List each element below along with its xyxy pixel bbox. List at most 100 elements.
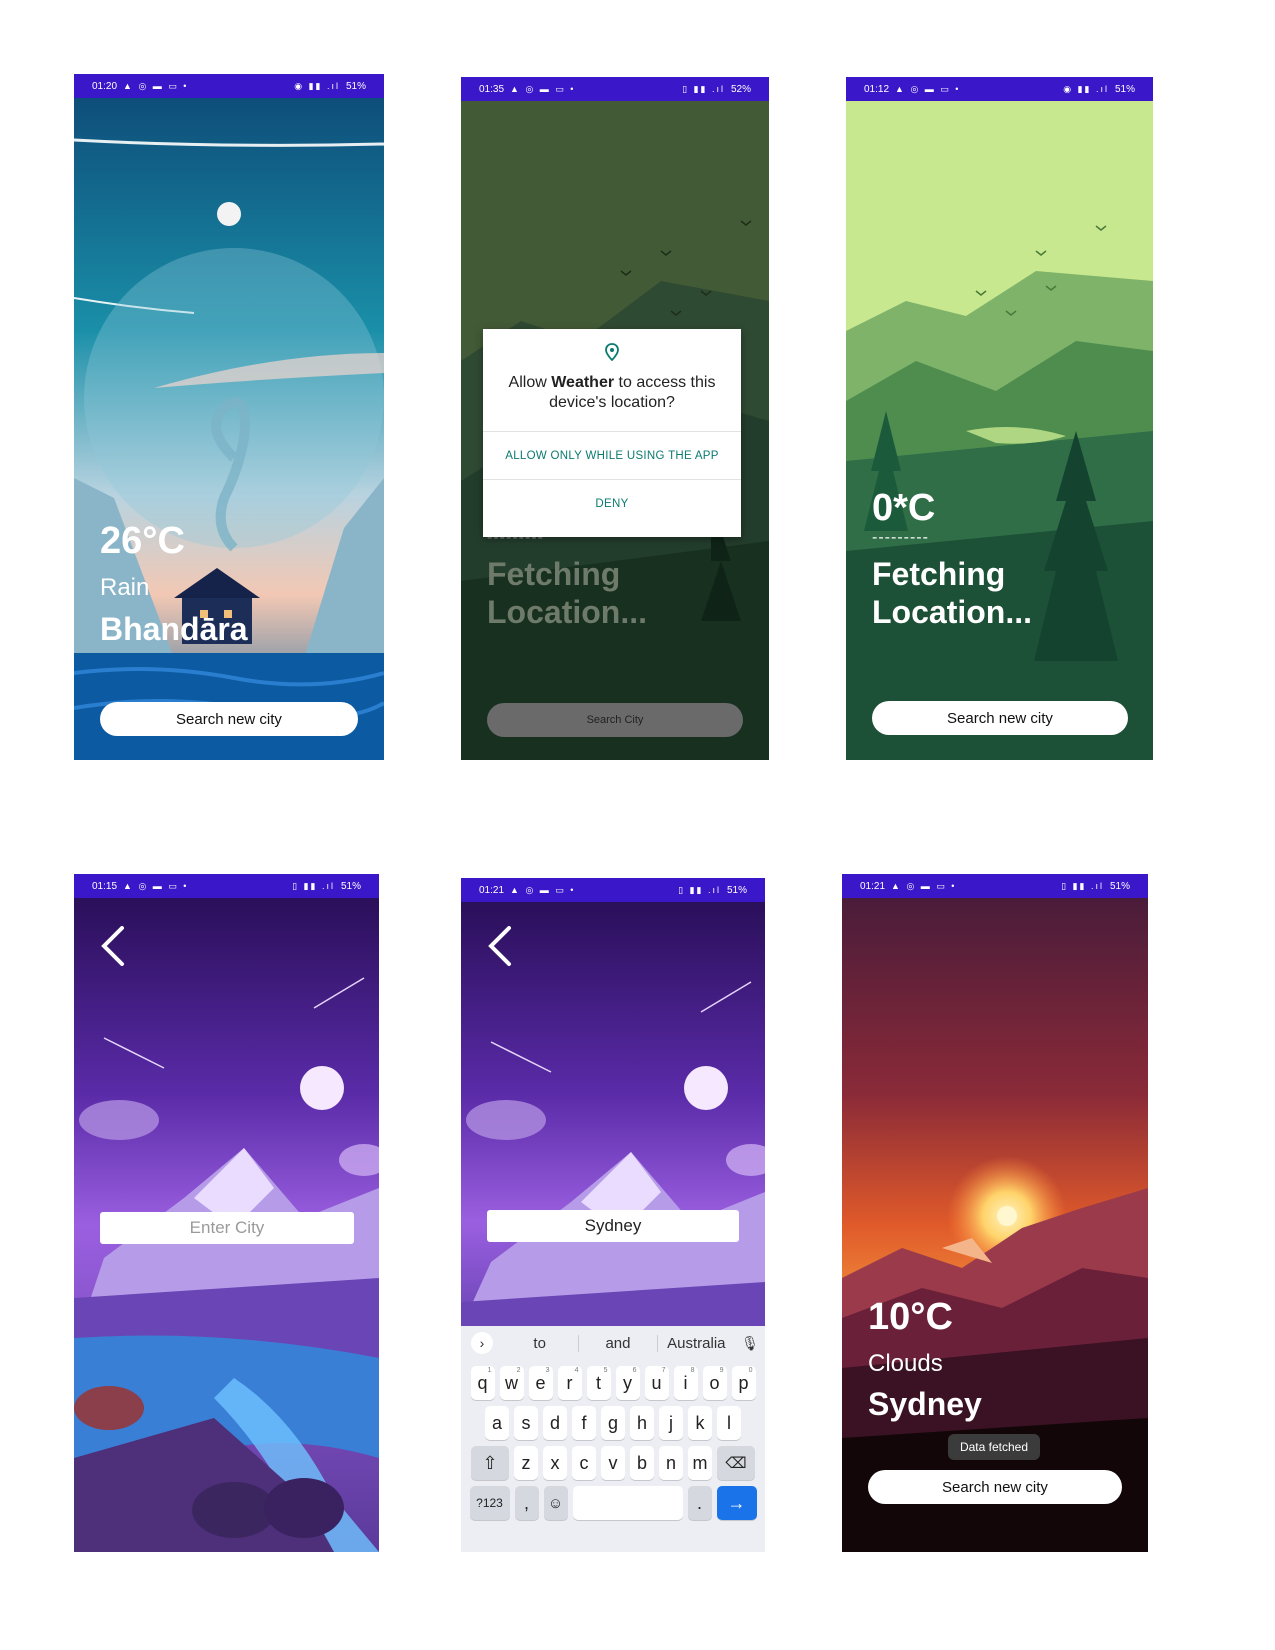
symbols-key[interactable]: ?123 <box>469 1486 510 1520</box>
background-illustration <box>846 101 1153 760</box>
space-key[interactable] <box>572 1486 683 1520</box>
fetching-location-text: Fetching Location... <box>487 555 647 631</box>
fetching-line-2: Location... <box>487 594 647 630</box>
key-number-hint: 2 <box>516 1367 521 1374</box>
letter-key[interactable]: p0 <box>731 1366 756 1400</box>
status-battery: 51% <box>340 880 361 892</box>
letter-key[interactable]: l <box>717 1406 741 1440</box>
location-permission-dialog: Allow Weather to access this device's lo… <box>483 329 741 537</box>
key-letter: p <box>738 1372 749 1393</box>
status-battery: 51% <box>1109 880 1130 892</box>
status-time: 01:12 <box>864 83 890 95</box>
key-number-hint: 9 <box>719 1367 724 1374</box>
allow-while-using-button[interactable]: ALLOW ONLY WHILE USING THE APP <box>483 431 741 479</box>
letter-key[interactable]: q1 <box>470 1366 495 1400</box>
letter-key[interactable]: c <box>572 1446 596 1480</box>
letter-key[interactable]: f <box>572 1406 596 1440</box>
keyboard-row-4: ?123 , ☺ . → <box>461 1486 765 1520</box>
suggestion-bar: › to and Australia 🎙 <box>461 1326 765 1360</box>
city-input[interactable] <box>100 1217 354 1239</box>
city-input-field[interactable] <box>100 1212 354 1244</box>
letter-key[interactable]: a <box>485 1406 509 1440</box>
status-battery: 52% <box>730 83 751 95</box>
notification-icons: ▲ ◎ ▬ ▭ • <box>895 83 961 94</box>
suggestion-item[interactable]: Australia <box>658 1335 735 1352</box>
search-city-button[interactable]: Search City <box>487 703 743 737</box>
signal-icons: ▯ ▮▮ .ıl <box>682 83 725 94</box>
key-number-hint: 5 <box>603 1367 608 1374</box>
fetching-line-2: Location... <box>872 594 1032 630</box>
comma-key[interactable]: , <box>514 1486 539 1520</box>
notification-icons: ▲ ◎ ▬ ▭ • <box>123 80 189 91</box>
letter-key[interactable]: k <box>688 1406 712 1440</box>
letter-key[interactable]: e3 <box>528 1366 553 1400</box>
screen-result-sydney: 01:21 ▲ ◎ ▬ ▭ • ▯ ▮▮ .ıl 51% 10°C Clouds… <box>842 874 1148 1552</box>
letter-key[interactable]: j <box>659 1406 683 1440</box>
backspace-key[interactable]: ⌫ <box>717 1446 755 1480</box>
dialog-app-name: Weather <box>551 374 615 391</box>
background-illustration <box>74 98 384 760</box>
expand-chevron-icon[interactable]: › <box>471 1332 493 1354</box>
key-letter: i <box>683 1372 688 1393</box>
letter-key[interactable]: u7 <box>644 1366 669 1400</box>
data-fetched-toast: Data fetched <box>948 1434 1040 1460</box>
letter-key[interactable]: n <box>659 1446 683 1480</box>
screen-fetching: 01:12 ▲ ◎ ▬ ▭ • ◉ ▮▮ .ıl 51% 0*C ---------… <box>846 77 1153 760</box>
key-number-hint: 1 <box>487 1367 492 1374</box>
city-input-field[interactable] <box>487 1210 739 1242</box>
letter-key[interactable]: g <box>601 1406 625 1440</box>
deny-button[interactable]: DENY <box>483 479 741 527</box>
letter-key[interactable]: w2 <box>499 1366 524 1400</box>
emoji-icon[interactable]: ☺ <box>543 1486 568 1520</box>
keyboard-row-2: asdfghjkl <box>461 1406 765 1440</box>
temperature-label: 0*C <box>872 487 936 529</box>
enter-arrow-icon[interactable]: → <box>716 1486 757 1520</box>
letter-key[interactable]: o9 <box>702 1366 727 1400</box>
status-bar: 01:21 ▲ ◎ ▬ ▭ • ▯ ▮▮ .ıl 51% <box>461 878 765 902</box>
letter-key[interactable]: d <box>543 1406 567 1440</box>
city-name: Sydney <box>868 1386 982 1422</box>
letter-key[interactable]: b <box>630 1446 654 1480</box>
temperature-placeholder-dashes: --------- <box>872 529 929 546</box>
screen-rain: 01:20 ▲ ◎ ▬ ▭ • ◉ ▮▮ .ıl 51% 26°C Rain B… <box>74 74 384 760</box>
signal-icons: ◉ ▮▮ .ıl <box>1063 83 1109 94</box>
key-number-hint: 3 <box>545 1367 550 1374</box>
signal-icons: ▯ ▮▮ .ıl <box>1061 880 1104 891</box>
search-new-city-button[interactable]: Search new city <box>868 1470 1122 1504</box>
letter-key[interactable]: m <box>688 1446 712 1480</box>
letter-key[interactable]: i8 <box>673 1366 698 1400</box>
city-name: Bhandāra <box>100 611 248 647</box>
letter-key[interactable]: v <box>601 1446 625 1480</box>
back-arrow-icon[interactable] <box>100 926 126 966</box>
letter-key[interactable]: y6 <box>615 1366 640 1400</box>
dialog-title: Allow Weather to access this device's lo… <box>483 373 741 431</box>
search-new-city-button[interactable]: Search new city <box>100 702 358 736</box>
search-new-city-button[interactable]: Search new city <box>872 701 1128 735</box>
suggestion-item[interactable]: and <box>579 1334 658 1352</box>
back-arrow-icon[interactable] <box>487 926 513 966</box>
temperature-label: 26°C <box>100 520 185 562</box>
status-bar: 01:35 ▲ ◎ ▬ ▭ • ▯ ▮▮ .ıl 52% <box>461 77 769 101</box>
letter-key[interactable]: s <box>514 1406 538 1440</box>
letter-key[interactable]: z <box>514 1446 538 1480</box>
key-letter: u <box>651 1372 662 1393</box>
keyboard-row-3: ⇧ zxcvbnm ⌫ <box>461 1446 765 1480</box>
status-time: 01:21 <box>479 884 505 896</box>
shift-key[interactable]: ⇧ <box>471 1446 509 1480</box>
screen-enter-city: 01:15 ▲ ◎ ▬ ▭ • ▯ ▮▮ .ıl 51% <box>74 874 379 1552</box>
notification-icons: ▲ ◎ ▬ ▭ • <box>891 880 957 891</box>
notification-icons: ▲ ◎ ▬ ▭ • <box>123 880 189 891</box>
suggestion-item[interactable]: to <box>501 1334 580 1352</box>
letter-key[interactable]: r4 <box>557 1366 582 1400</box>
city-input[interactable] <box>487 1215 739 1237</box>
letter-key[interactable]: h <box>630 1406 654 1440</box>
fetching-line-1: Fetching <box>487 556 621 592</box>
microphone-icon[interactable]: 🎙 <box>735 1335 765 1352</box>
temperature-label: 10°C <box>868 1296 953 1338</box>
on-screen-keyboard: › to and Australia 🎙 q1w2e3r4t5y6u7i8o9p… <box>461 1326 765 1552</box>
letter-key[interactable]: x <box>543 1446 567 1480</box>
period-key[interactable]: . <box>687 1486 712 1520</box>
status-time: 01:35 <box>479 83 505 95</box>
status-time: 01:15 <box>92 880 118 892</box>
letter-key[interactable]: t5 <box>586 1366 611 1400</box>
